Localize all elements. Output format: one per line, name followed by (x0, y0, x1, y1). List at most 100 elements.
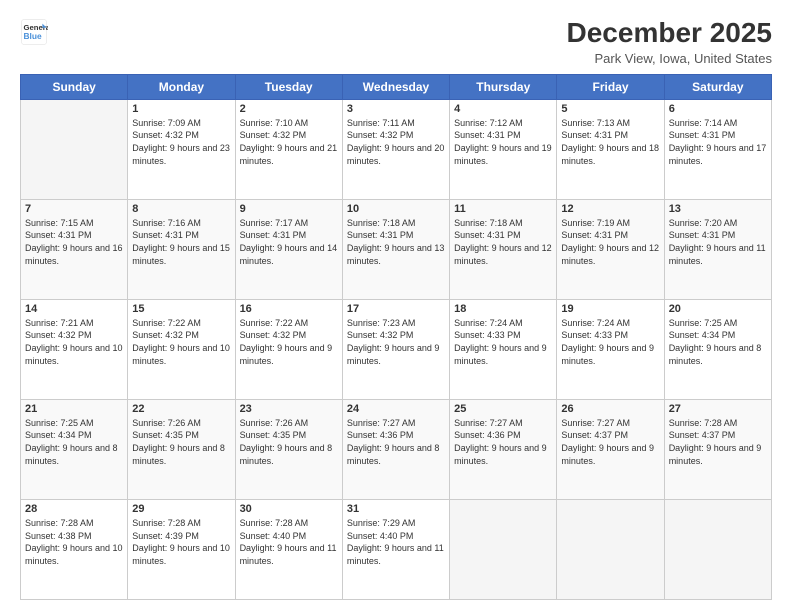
calendar-cell: 10 Sunrise: 7:18 AMSunset: 4:31 PMDayligh… (342, 199, 449, 299)
day-info: Sunrise: 7:27 AMSunset: 4:37 PMDaylight:… (561, 417, 659, 467)
calendar-cell: 31Sunrise: 7:29 AMSunset: 4:40 PMDayligh… (342, 499, 449, 599)
calendar-cell: 22 Sunrise: 7:26 AMSunset: 4:35 PMDayligh… (128, 399, 235, 499)
day-number: 23 (240, 403, 338, 415)
day-number: 14 (25, 303, 123, 315)
day-number: 16 (240, 303, 338, 315)
calendar-cell: 21 Sunrise: 7:25 AMSunset: 4:34 PMDayligh… (21, 399, 128, 499)
day-header-friday: Friday (557, 74, 664, 99)
day-info: Sunrise: 7:21 AMSunset: 4:32 PMDaylight:… (25, 317, 123, 367)
day-header-monday: Monday (128, 74, 235, 99)
day-info: Sunrise: 7:27 AMSunset: 4:36 PMDaylight:… (347, 417, 445, 467)
day-number: 4 (454, 103, 552, 115)
day-number: 27 (669, 403, 767, 415)
day-number: 2 (240, 103, 338, 115)
day-info: Sunrise: 7:26 AMSunset: 4:35 PMDaylight:… (132, 417, 230, 467)
day-info: Sunrise: 7:15 AMSunset: 4:31 PMDaylight:… (25, 217, 123, 267)
calendar-cell: 5 Sunrise: 7:13 AMSunset: 4:31 PMDaylight… (557, 99, 664, 199)
calendar-cell: 14 Sunrise: 7:21 AMSunset: 4:32 PMDayligh… (21, 299, 128, 399)
day-info: Sunrise: 7:22 AMSunset: 4:32 PMDaylight:… (132, 317, 230, 367)
calendar-cell: 23 Sunrise: 7:26 AMSunset: 4:35 PMDayligh… (235, 399, 342, 499)
day-number: 20 (669, 303, 767, 315)
day-number: 15 (132, 303, 230, 315)
calendar-cell: 17Sunrise: 7:23 AMSunset: 4:32 PMDayligh… (342, 299, 449, 399)
day-number: 1 (132, 103, 230, 115)
day-info: Sunrise: 7:14 AMSunset: 4:31 PMDaylight:… (669, 117, 767, 167)
day-info: Sunrise: 7:19 AMSunset: 4:31 PMDaylight:… (561, 217, 659, 267)
day-number: 31 (347, 503, 445, 515)
day-number: 9 (240, 203, 338, 215)
page: General Blue December 2025 Park View, Io… (0, 0, 792, 612)
day-number: 5 (561, 103, 659, 115)
day-number: 18 (454, 303, 552, 315)
day-info: Sunrise: 7:26 AMSunset: 4:35 PMDaylight:… (240, 417, 338, 467)
day-info: Sunrise: 7:28 AMSunset: 4:37 PMDaylight:… (669, 417, 767, 467)
calendar-cell: 25Sunrise: 7:27 AMSunset: 4:36 PMDayligh… (450, 399, 557, 499)
calendar-cell: 15 Sunrise: 7:22 AMSunset: 4:32 PMDayligh… (128, 299, 235, 399)
subtitle: Park View, Iowa, United States (567, 51, 772, 66)
day-number: 19 (561, 303, 659, 315)
day-info: Sunrise: 7:18 AMSunset: 4:31 PMDaylight:… (454, 217, 552, 267)
calendar-week-row: 7 Sunrise: 7:15 AMSunset: 4:31 PMDaylight… (21, 199, 772, 299)
calendar-cell (450, 499, 557, 599)
day-info: Sunrise: 7:24 AMSunset: 4:33 PMDaylight:… (561, 317, 659, 367)
calendar-cell: 2 Sunrise: 7:10 AMSunset: 4:32 PMDaylight… (235, 99, 342, 199)
day-info: Sunrise: 7:25 AMSunset: 4:34 PMDaylight:… (25, 417, 123, 467)
calendar-cell: 29Sunrise: 7:28 AMSunset: 4:39 PMDayligh… (128, 499, 235, 599)
calendar-week-row: 21 Sunrise: 7:25 AMSunset: 4:34 PMDayligh… (21, 399, 772, 499)
day-number: 22 (132, 403, 230, 415)
calendar-cell: 8 Sunrise: 7:16 AMSunset: 4:31 PMDaylight… (128, 199, 235, 299)
day-info: Sunrise: 7:28 AMSunset: 4:39 PMDaylight:… (132, 517, 230, 567)
calendar-cell (21, 99, 128, 199)
day-number: 25 (454, 403, 552, 415)
day-number: 24 (347, 403, 445, 415)
day-number: 26 (561, 403, 659, 415)
title-block: December 2025 Park View, Iowa, United St… (567, 18, 772, 66)
day-info: Sunrise: 7:10 AMSunset: 4:32 PMDaylight:… (240, 117, 338, 167)
calendar-cell: 16 Sunrise: 7:22 AMSunset: 4:32 PMDayligh… (235, 299, 342, 399)
day-number: 21 (25, 403, 123, 415)
day-number: 11 (454, 203, 552, 215)
calendar-week-row: 28Sunrise: 7:28 AMSunset: 4:38 PMDayligh… (21, 499, 772, 599)
day-info: Sunrise: 7:13 AMSunset: 4:31 PMDaylight:… (561, 117, 659, 167)
calendar-week-row: 14 Sunrise: 7:21 AMSunset: 4:32 PMDayligh… (21, 299, 772, 399)
day-info: Sunrise: 7:20 AMSunset: 4:31 PMDaylight:… (669, 217, 767, 267)
day-number: 28 (25, 503, 123, 515)
day-info: Sunrise: 7:12 AMSunset: 4:31 PMDaylight:… (454, 117, 552, 167)
day-info: Sunrise: 7:23 AMSunset: 4:32 PMDaylight:… (347, 317, 445, 367)
svg-text:Blue: Blue (24, 31, 42, 41)
calendar-table: SundayMondayTuesdayWednesdayThursdayFrid… (20, 74, 772, 600)
calendar-header-row: SundayMondayTuesdayWednesdayThursdayFrid… (21, 74, 772, 99)
day-number: 6 (669, 103, 767, 115)
calendar-cell: 6 Sunrise: 7:14 AMSunset: 4:31 PMDaylight… (664, 99, 771, 199)
main-title: December 2025 (567, 18, 772, 49)
day-header-saturday: Saturday (664, 74, 771, 99)
calendar-cell: 19 Sunrise: 7:24 AMSunset: 4:33 PMDayligh… (557, 299, 664, 399)
header: General Blue December 2025 Park View, Io… (20, 18, 772, 66)
day-info: Sunrise: 7:18 AMSunset: 4:31 PMDaylight:… (347, 217, 445, 267)
calendar-cell: 11 Sunrise: 7:18 AMSunset: 4:31 PMDayligh… (450, 199, 557, 299)
day-number: 30 (240, 503, 338, 515)
calendar-cell: 1 Sunrise: 7:09 AMSunset: 4:32 PMDaylight… (128, 99, 235, 199)
day-header-wednesday: Wednesday (342, 74, 449, 99)
day-header-sunday: Sunday (21, 74, 128, 99)
calendar-cell: 20 Sunrise: 7:25 AMSunset: 4:34 PMDayligh… (664, 299, 771, 399)
calendar-cell: 30Sunrise: 7:28 AMSunset: 4:40 PMDayligh… (235, 499, 342, 599)
calendar-cell: 18 Sunrise: 7:24 AMSunset: 4:33 PMDayligh… (450, 299, 557, 399)
day-info: Sunrise: 7:22 AMSunset: 4:32 PMDaylight:… (240, 317, 338, 367)
day-number: 7 (25, 203, 123, 215)
day-number: 3 (347, 103, 445, 115)
day-info: Sunrise: 7:25 AMSunset: 4:34 PMDaylight:… (669, 317, 767, 367)
day-info: Sunrise: 7:16 AMSunset: 4:31 PMDaylight:… (132, 217, 230, 267)
calendar-cell: 4 Sunrise: 7:12 AMSunset: 4:31 PMDaylight… (450, 99, 557, 199)
calendar-cell: 3Sunrise: 7:11 AMSunset: 4:32 PMDaylight… (342, 99, 449, 199)
day-info: Sunrise: 7:24 AMSunset: 4:33 PMDaylight:… (454, 317, 552, 367)
day-info: Sunrise: 7:17 AMSunset: 4:31 PMDaylight:… (240, 217, 338, 267)
day-header-tuesday: Tuesday (235, 74, 342, 99)
logo-icon: General Blue (20, 18, 48, 46)
calendar-cell: 27 Sunrise: 7:28 AMSunset: 4:37 PMDayligh… (664, 399, 771, 499)
day-number: 10 (347, 203, 445, 215)
day-info: Sunrise: 7:09 AMSunset: 4:32 PMDaylight:… (132, 117, 230, 167)
calendar-cell (664, 499, 771, 599)
calendar-cell: 12Sunrise: 7:19 AMSunset: 4:31 PMDayligh… (557, 199, 664, 299)
day-number: 8 (132, 203, 230, 215)
